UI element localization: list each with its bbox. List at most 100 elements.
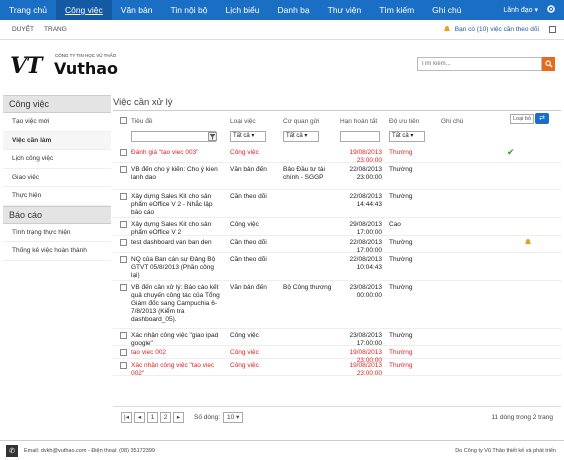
nav-item[interactable]: Danh bạ [269,0,319,20]
table-row[interactable]: Xây dựng Sales Kit cho sản phẩm eOffice … [113,218,561,236]
org-filter-select[interactable]: Tất cả ▾ [283,131,319,142]
nav-item[interactable]: Văn bản [112,0,162,20]
nav-item[interactable]: Ghi chú [423,0,470,20]
row-checkbox[interactable] [120,166,127,173]
pagination: |◂ ◂ 1 2 ▸ Số dòng: 10 ▾ 11 dòng trong 2… [113,406,561,428]
sidebar-item-new-task[interactable]: Tạo việc mới [3,113,111,132]
col-org: Cơ quan gửi [283,118,320,125]
sidebar-item-assign[interactable]: Giao việc [3,169,111,187]
table-row[interactable]: NQ của Ban cán sự Đảng Bộ GTVT 05/8/2013… [113,253,561,281]
sidebar: Công việc Tạo việc mới Việc cần làm Lịch… [3,95,111,261]
table-header: Tiêu đề Loại việc Cơ quan gửi Hạn hoàn t… [113,111,561,129]
expand-icon[interactable] [549,26,556,33]
nav-item[interactable]: Thư viện [319,0,371,20]
table-row[interactable]: Đánh giá "tạo viec 003" Công việc 19/08/20… [113,146,561,164]
table-row[interactable]: VB đến cần xử lý: Báo cáo kết quả chuyến… [113,281,561,329]
notification-text: Bạn có (10) việc cần theo dõi [454,26,539,33]
sidebar-group-work: Công việc [3,95,111,113]
table-row[interactable]: Xây dựng Sales Kit cho sản phẩm eOffice … [113,190,561,218]
row-checkbox[interactable] [120,332,127,339]
priority-filter-select[interactable]: Tất cả ▾ [389,131,425,142]
row-title[interactable]: Xây dựng Sales Kit cho sản phẩm eOffice … [131,221,223,237]
logo-name: Vuthao [54,59,119,78]
row-due: 19/08/2013 23:00:00 [349,362,382,377]
sidebar-item-perform[interactable]: Thực hiện [3,187,111,206]
page-2-button[interactable]: 2 [160,412,171,423]
type-filter-select[interactable]: Tất cả ▾ [230,131,266,142]
row-checkbox[interactable] [120,256,127,263]
row-type: Công việc [230,332,259,339]
user-menu[interactable]: Lãnh đạo ▾ [503,6,538,14]
page-1-button[interactable]: 1 [147,412,158,423]
row-checkbox[interactable] [120,284,127,291]
due-filter-input[interactable] [340,131,380,142]
page-summary: 11 dòng trong 2 trang [491,414,553,421]
table-row[interactable]: Xác nhận công việc "tao viec 002" Công vi… [113,359,561,378]
row-priority: Thường [389,284,413,291]
row-checkbox[interactable] [120,149,127,156]
table-row[interactable]: VB đến cho ý kiến: Cho ý kien lanh dao Vă… [113,163,561,190]
nav-item[interactable]: Tin nội bộ [161,0,216,20]
search-input[interactable] [417,57,542,71]
row-title[interactable]: test dashboard van ban den [131,239,223,247]
row-checkbox[interactable] [120,349,127,356]
logo-mark: VT [10,53,42,79]
org-filter-value: Tất cả [286,133,303,139]
table-row[interactable]: tao viec 002 Công việc 19/08/2013 23:00:00… [113,346,561,364]
first-page-button[interactable]: |◂ [121,412,132,423]
notification-link[interactable]: Bạn có (10) việc cần theo dõi [443,25,564,35]
row-org: Bộ Công thương [283,284,332,291]
row-org: Bảo Đầu tư tài chính - SGGP [283,166,325,181]
row-title[interactable]: VB đến cho ý kiến: Cho ý kien lanh dao [131,166,223,182]
sidebar-group-report: Báo cáo [3,205,111,224]
table-row[interactable]: Xác nhận công việc "giao ipad google" Côn… [113,329,561,347]
table-row[interactable]: test dashboard van ban den Cần theo dõi 22… [113,236,561,254]
main-content: Việc cần xử lý Tiêu đề Loại việc Cơ quan… [113,95,561,378]
reset-filter-button[interactable]: Loại bỏ [510,114,535,124]
type-filter-value: Tất cả [233,133,250,139]
sub-toolbar: DUYỆT TRANG Bạn có (10) việc cần theo dõ… [0,20,564,40]
row-due: 22/08/2013 14:44:43 [349,193,382,208]
nav-item[interactable]: Công việc [55,0,112,20]
select-all-checkbox[interactable] [120,117,127,124]
row-checkbox[interactable] [120,362,127,369]
nav-item[interactable]: Tìm kiếm [370,0,423,20]
next-page-button[interactable]: ▸ [173,412,184,423]
company-logo: VT CÔNG TY TIN HỌC VŨ THẢO Vuthao [10,50,170,80]
user-name: Lãnh đạo [503,7,533,14]
filter-icon[interactable] [208,132,217,141]
row-title[interactable]: NQ của Ban cán sự Đảng Bộ GTVT 05/8/2013… [131,256,223,280]
row-priority: Thường [389,239,413,246]
row-checkbox[interactable] [120,239,127,246]
row-priority: Thường [389,166,413,173]
nav-item[interactable]: Trang chủ [0,0,56,20]
row-priority: Thường [389,362,413,369]
bell-icon [524,238,532,249]
title-filter-input[interactable] [131,131,216,142]
rows-per-page-select[interactable]: 10 ▾ [223,412,244,423]
row-due: 23/08/2013 00:00:00 [349,284,382,299]
bell-icon [443,25,451,35]
sidebar-item-stats[interactable]: Thống kê việc hoàn thành [3,242,111,261]
gear-icon[interactable] [546,4,556,16]
sidebar-item-todo[interactable]: Việc cần làm [3,131,111,150]
nav-item[interactable]: Lịch biểu [216,0,268,20]
approve-link[interactable]: DUYỆT [12,26,34,33]
row-title[interactable]: tao viec 002 [131,349,223,357]
row-title[interactable]: Xây dựng Sales Kit cho sản phẩm eOffice … [131,193,223,217]
sidebar-item-status[interactable]: Tình trạng thực hiện [3,224,111,242]
row-checkbox[interactable] [120,193,127,200]
search-icon[interactable] [542,57,555,71]
refresh-icon[interactable]: ⇄ [535,113,549,124]
row-title[interactable]: Xác nhận công việc "tao viec 002" [131,362,223,378]
row-title[interactable]: Đánh giá "tạo viec 003" [131,149,223,157]
prev-page-button[interactable]: ◂ [134,412,145,423]
row-type: Văn bản đến [230,166,267,173]
sidebar-item-calendar[interactable]: Lịch công việc [3,150,111,169]
page-link[interactable]: TRANG [44,26,67,33]
filter-row: Tất cả ▾ Tất cả ▾ Tất cả ▾ [113,129,561,146]
row-title[interactable]: VB đến cần xử lý: Báo cáo kết quả chuyến… [131,284,223,324]
row-checkbox[interactable] [120,221,127,228]
footer: ✆ Email: dvkh@vuthao.com - Điện thoại: (… [0,440,564,460]
task-table-body: Đánh giá "tạo viec 003" Công việc 19/08/20… [113,146,561,378]
